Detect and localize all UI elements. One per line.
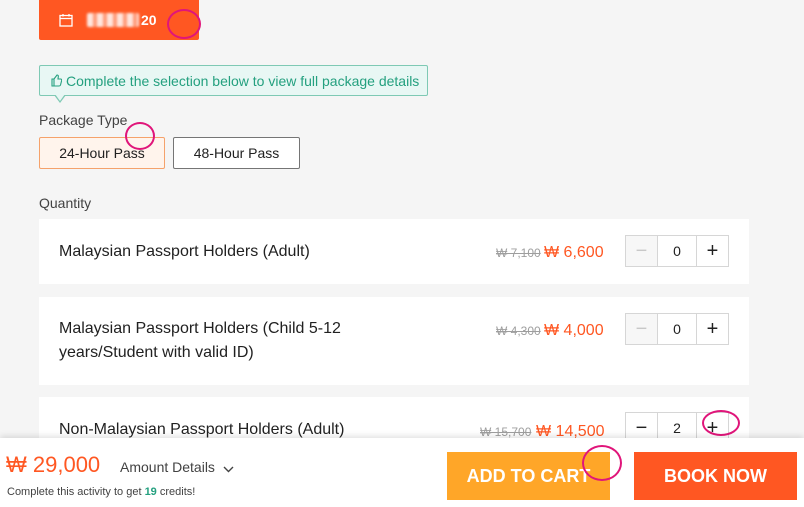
credits-value: 19 [144,486,157,498]
selection-tip: Complete the selection below to view ful… [39,65,428,96]
item-name-line1: Malaysian Passport Holders (Child 5-12 [59,320,341,337]
quantity-stepper[interactable]: − 0 + [625,235,729,267]
tip-text: Complete the selection below to view ful… [66,72,420,89]
tip-tail-inner [55,94,65,101]
credits-prefix: Complete this activity to get [7,486,145,498]
old-price: ₩ 7,100 [496,246,541,260]
old-price: ₩ 4,300 [496,324,541,338]
increment-button[interactable]: + [697,236,728,266]
thumb-icon [50,74,62,87]
credits-note: Complete this activity to get 19 credits… [7,486,195,498]
package-option-24h[interactable]: 24-Hour Pass [39,137,165,169]
increment-button[interactable]: + [697,314,728,344]
price: ₩ 4,000 [544,322,604,339]
decrement-button[interactable]: − [626,236,657,266]
list-item: Malaysian Passport Holders (Child 5-12 y… [39,297,749,385]
list-item: Malaysian Passport Holders (Adult) ₩ 7,1… [39,219,749,284]
old-price: ₩ 15,700 [480,425,532,439]
package-option-48h[interactable]: 48-Hour Pass [173,137,300,169]
quantity-label: Quantity [39,195,92,211]
decrement-button[interactable]: − [626,314,657,344]
amount-details-label: Amount Details [120,459,215,475]
add-to-cart-button[interactable]: ADD TO CART [447,452,610,500]
book-now-button[interactable]: BOOK NOW [634,452,797,500]
credits-suffix: credits! [156,486,196,498]
quantity-value[interactable]: 0 [657,236,697,266]
date-suffix: 20 [141,12,157,28]
item-name-line2: years/Student with valid ID) [59,344,254,361]
checkout-bar: ₩ 29,000 Amount Details Complete this ac… [0,438,804,507]
package-type-label: Package Type [39,112,128,128]
blurred-date [87,13,139,27]
price: ₩ 6,600 [544,244,604,261]
total-price: ₩ 29,000 [6,452,101,477]
date-button[interactable]: 20 [39,0,199,40]
quantity-value[interactable]: 0 [657,314,697,344]
calendar-icon [59,13,73,27]
item-name: Malaysian Passport Holders (Adult) [59,243,310,260]
item-name: Malaysian Passport Holders (Child 5-12 y… [59,317,341,365]
quantity-stepper[interactable]: − 0 + [625,313,729,345]
amount-details-toggle[interactable]: Amount Details [120,459,234,476]
chevron-down-icon [223,460,234,476]
